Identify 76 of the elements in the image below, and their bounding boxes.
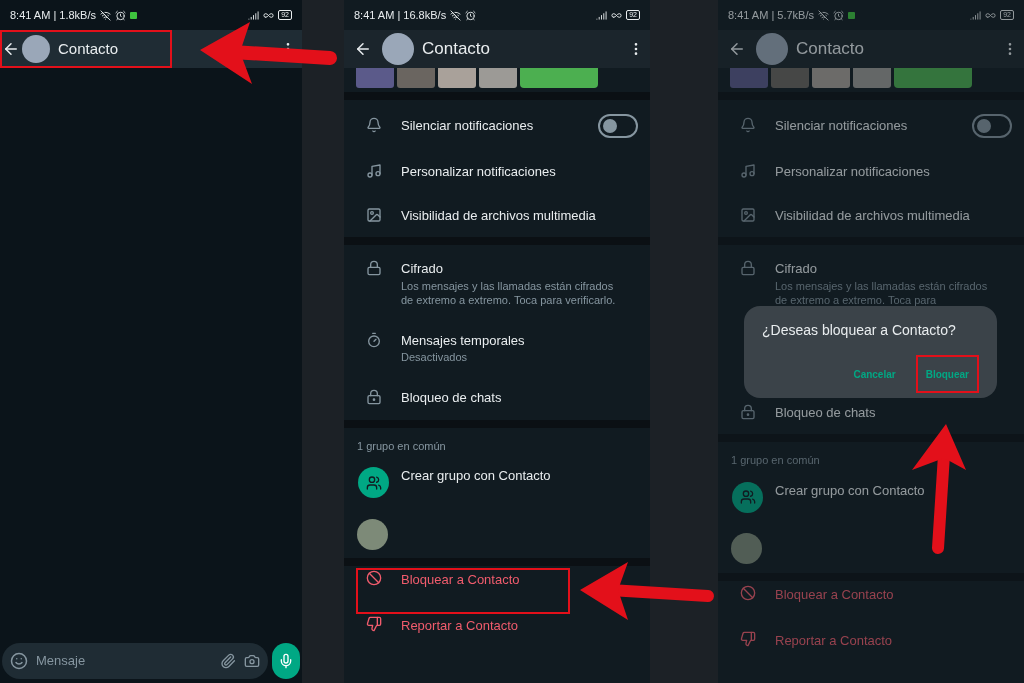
block-contact-item[interactable]: Reportar a Contacto: [356, 614, 570, 660]
alarm-icon: [115, 9, 126, 21]
message-field[interactable]: Mensaje: [2, 643, 268, 679]
item-title[interactable]: Personalizar notificaciones: [401, 162, 556, 182]
block-icon: [739, 584, 756, 601]
signal-icon: [970, 9, 982, 21]
section-label: 1 grupo en común: [730, 453, 821, 468]
item-title[interactable]: Visibilidad de archivos multimedia: [401, 205, 596, 225]
dialog-button[interactable]: Cancelar: [843, 355, 906, 393]
block-icon: [365, 570, 382, 586]
avatar: [382, 33, 414, 65]
lock-icon: [365, 389, 382, 405]
mic-button[interactable]: [272, 643, 300, 679]
item-title[interactable]: Crear grupo con Contacto: [401, 466, 551, 486]
section-label: 1 grupo en común: [356, 438, 447, 454]
item-subtitle: Los mensajes y las llamadas están cifrados de extremo a extremo. Toca para: [775, 278, 989, 307]
signal-icon: [596, 9, 608, 21]
signal-icon: [248, 9, 260, 21]
back-icon[interactable]: [728, 40, 746, 58]
group-avatar[interactable]: [357, 518, 388, 550]
music-note-icon: [739, 163, 756, 179]
back-icon[interactable]: [354, 40, 372, 58]
item-title: Bloquear a Contacto: [401, 571, 520, 589]
item-title: Bloquear a Contacto: [775, 585, 894, 604]
contact-name: Contacto: [796, 38, 865, 61]
avatar: [756, 33, 788, 65]
status-time: 8:41 AM | 1.8kB/s: [10, 7, 96, 23]
bell-icon: [365, 117, 382, 134]
mic-icon: [278, 653, 294, 669]
thumbs-down-icon: [365, 616, 382, 632]
lock-icon: [739, 260, 756, 276]
block-contact-item[interactable]: Bloquear a Contacto: [356, 568, 570, 614]
image-icon: [365, 206, 382, 223]
lock-icon: [365, 260, 382, 276]
item-title: Reportar a Contacto: [401, 617, 519, 635]
message-input[interactable]: Mensaje: [36, 651, 212, 671]
item-title[interactable]: Visibilidad de archivos multimedia: [775, 205, 970, 225]
camera-icon[interactable]: [244, 653, 260, 669]
status-time: 8:41 AM | 5.7kB/s: [728, 7, 814, 23]
mute-toggle[interactable]: [598, 114, 638, 138]
group-icon: [358, 467, 389, 498]
item-title: Reportar a Contacto: [775, 631, 893, 650]
mute-toggle[interactable]: [972, 114, 1012, 138]
attach-icon[interactable]: [220, 653, 236, 669]
item-title[interactable]: Silenciar notificaciones: [775, 116, 908, 136]
item-title[interactable]: Cifrado: [401, 259, 621, 279]
bell-icon: [739, 117, 756, 134]
item-title[interactable]: Mensajes temporales: [401, 330, 621, 350]
contact-header[interactable]: Contacto: [0, 30, 172, 68]
item-title[interactable]: Silenciar notificaciones: [401, 116, 534, 136]
thumbs-down-icon: [739, 630, 756, 647]
music-note-icon: [365, 163, 382, 179]
emoji-icon[interactable]: [10, 652, 28, 670]
status-time: 8:41 AM | 16.8kB/s: [354, 7, 447, 23]
sticker-thumbnail[interactable]: [520, 68, 598, 88]
item-subtitle: Desactivados: [401, 350, 469, 364]
item-title[interactable]: Bloqueo de chats: [401, 388, 502, 408]
item-title[interactable]: Bloqueo de chats: [775, 402, 876, 422]
contact-name: Contacto: [58, 38, 119, 59]
item-title[interactable]: Personalizar notificaciones: [775, 162, 930, 182]
timer-icon: [365, 331, 382, 348]
group-icon: [732, 481, 763, 513]
dialog-title: ¿Deseas bloquear a Contacto?: [762, 321, 957, 340]
group-avatar[interactable]: [731, 533, 762, 564]
dialog-button[interactable]: Bloquear: [915, 355, 979, 393]
contact-name: Contacto: [422, 38, 491, 61]
lock-icon: [739, 403, 756, 420]
alarm-icon: [833, 9, 844, 21]
item-subtitle: Los mensajes y las llamadas están cifrados de extremo a extremo. Toca para verificarlo.: [401, 278, 617, 307]
item-title[interactable]: Cifrado: [775, 259, 995, 279]
item-title[interactable]: Crear grupo con Contacto: [775, 480, 925, 500]
alarm-icon: [465, 9, 477, 21]
image-icon: [739, 206, 756, 223]
sticker-thumbnail[interactable]: [894, 68, 972, 88]
avatar: [22, 35, 50, 63]
back-icon[interactable]: [2, 40, 20, 58]
